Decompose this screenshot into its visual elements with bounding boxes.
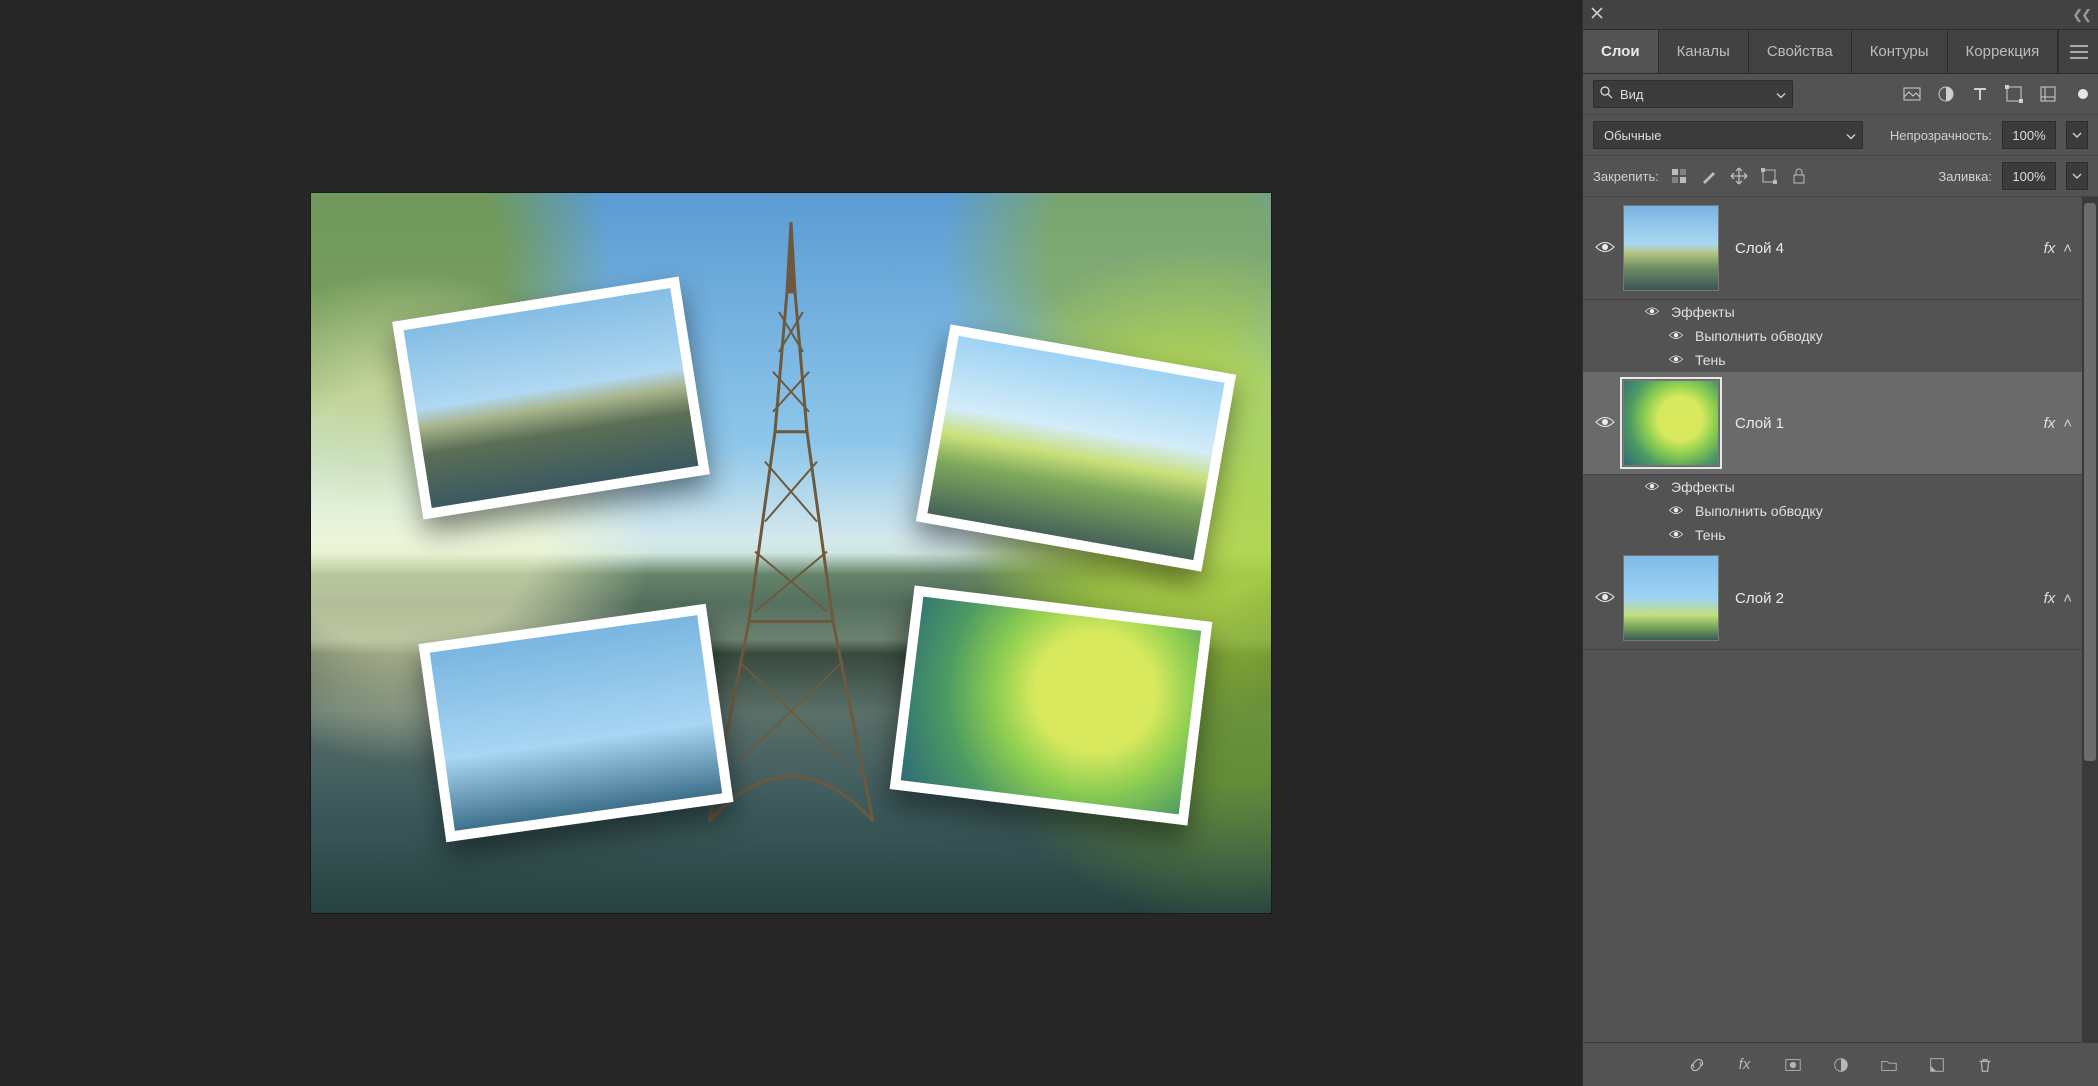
fx-badge[interactable]: fx˄: [2044, 415, 2072, 432]
filter-shape-icon[interactable]: [2004, 84, 2024, 104]
layers-panel: ❮❮ Слои Каналы Свойства Контуры Коррекци…: [1582, 0, 2098, 1086]
effect-row[interactable]: Тень: [1583, 523, 2082, 547]
lock-brush-icon[interactable]: [1699, 166, 1719, 186]
visibility-eye-icon[interactable]: [1595, 240, 1615, 257]
effects-header-row[interactable]: Эффекты: [1583, 475, 2082, 499]
document-canvas[interactable]: [311, 193, 1271, 913]
collapse-icon[interactable]: ❮❮: [2072, 7, 2090, 23]
layer-kind-label: Вид: [1620, 87, 1644, 102]
search-icon: [1600, 86, 1613, 102]
lock-label: Закрепить:: [1593, 169, 1659, 184]
layer-name[interactable]: Слой 2: [1735, 590, 1784, 607]
fx-badge[interactable]: fx˄: [2044, 240, 2072, 257]
visibility-eye-icon[interactable]: [1668, 505, 1683, 518]
lock-all-icon[interactable]: [1789, 166, 1809, 186]
layers-footer-toolbar: fx: [1583, 1042, 2098, 1086]
scrollbar[interactable]: [2082, 197, 2098, 1042]
effect-name: Выполнить обводку: [1695, 328, 1823, 344]
group-icon[interactable]: [1879, 1055, 1899, 1075]
tab-paths[interactable]: Контуры: [1852, 30, 1948, 73]
chevron-down-icon: [1846, 128, 1856, 143]
visibility-eye-icon[interactable]: [1668, 330, 1683, 343]
visibility-eye-icon[interactable]: [1595, 590, 1615, 607]
visibility-eye-icon[interactable]: [1668, 354, 1683, 367]
effect-name: Выполнить обводку: [1695, 503, 1823, 519]
filter-smart-icon[interactable]: [2038, 84, 2058, 104]
effects-label: Эффекты: [1671, 479, 1735, 495]
tab-properties[interactable]: Свойства: [1749, 30, 1852, 73]
fx-badge[interactable]: fx˄: [2044, 590, 2072, 607]
filter-toggle-dot[interactable]: [2078, 89, 2088, 99]
layer-row[interactable]: Слой 1 fx˄: [1583, 372, 2082, 475]
filter-adjust-icon[interactable]: [1936, 84, 1956, 104]
visibility-eye-icon[interactable]: [1595, 415, 1615, 432]
effect-row[interactable]: Тень: [1583, 348, 2082, 372]
layer-row[interactable]: Слой 4 fx˄: [1583, 197, 2082, 300]
blend-mode-select[interactable]: Обычные: [1593, 121, 1863, 149]
panel-menu-icon[interactable]: [2058, 30, 2098, 73]
opacity-label: Непрозрачность:: [1890, 128, 1992, 143]
visibility-eye-icon[interactable]: [1644, 481, 1659, 494]
layer-name[interactable]: Слой 1: [1735, 415, 1784, 432]
effects-label: Эффекты: [1671, 304, 1735, 320]
chevron-up-icon[interactable]: ˄: [2063, 415, 2072, 432]
effect-row[interactable]: Выполнить обводку: [1583, 324, 2082, 348]
layer-kind-select[interactable]: Вид: [1593, 80, 1793, 108]
chevron-up-icon[interactable]: ˄: [2063, 590, 2072, 607]
layer-row[interactable]: Слой 2 fx˄: [1583, 547, 2082, 650]
collage-photo-4[interactable]: [890, 585, 1213, 825]
visibility-eye-icon[interactable]: [1668, 529, 1683, 542]
new-layer-icon[interactable]: [1927, 1055, 1947, 1075]
lock-pixels-icon[interactable]: [1669, 166, 1689, 186]
trash-icon[interactable]: [1975, 1055, 1995, 1075]
effect-row[interactable]: Выполнить обводку: [1583, 499, 2082, 523]
lock-artboard-icon[interactable]: [1759, 166, 1779, 186]
panel-tabs: Слои Каналы Свойства Контуры Коррекция: [1583, 30, 2098, 74]
layers-list[interactable]: Слой 4 fx˄ Эффекты Выполнить обводку Тен…: [1583, 197, 2098, 1042]
effect-name: Тень: [1695, 527, 1726, 543]
fx-icon[interactable]: fx: [1735, 1055, 1755, 1075]
lock-move-icon[interactable]: [1729, 166, 1749, 186]
chevron-down-icon: [1776, 87, 1786, 102]
adjustment-icon[interactable]: [1831, 1055, 1851, 1075]
tab-channels[interactable]: Каналы: [1659, 30, 1749, 73]
filter-image-icon[interactable]: [1902, 84, 1922, 104]
fill-stepper[interactable]: [2066, 162, 2088, 190]
visibility-eye-icon[interactable]: [1644, 306, 1659, 319]
opacity-value[interactable]: 100%: [2002, 121, 2056, 149]
mask-icon[interactable]: [1783, 1055, 1803, 1075]
canvas-area: [0, 0, 1582, 1086]
blend-mode-label: Обычные: [1604, 128, 1661, 143]
tab-layers[interactable]: Слои: [1583, 30, 1659, 73]
link-icon[interactable]: [1687, 1055, 1707, 1075]
collage-photo-3[interactable]: [418, 604, 733, 842]
layer-thumbnail[interactable]: [1623, 380, 1719, 466]
layer-thumbnail[interactable]: [1623, 205, 1719, 291]
tab-adjust[interactable]: Коррекция: [1948, 30, 2059, 73]
layer-name[interactable]: Слой 4: [1735, 240, 1784, 257]
filter-type-icon[interactable]: [1970, 84, 1990, 104]
fill-value[interactable]: 100%: [2002, 162, 2056, 190]
chevron-up-icon[interactable]: ˄: [2063, 240, 2072, 257]
opacity-stepper[interactable]: [2066, 121, 2088, 149]
layer-thumbnail[interactable]: [1623, 555, 1719, 641]
close-icon[interactable]: [1591, 7, 1603, 22]
effect-name: Тень: [1695, 352, 1726, 368]
effects-header-row[interactable]: Эффекты: [1583, 300, 2082, 324]
fill-label: Заливка:: [1938, 169, 1992, 184]
